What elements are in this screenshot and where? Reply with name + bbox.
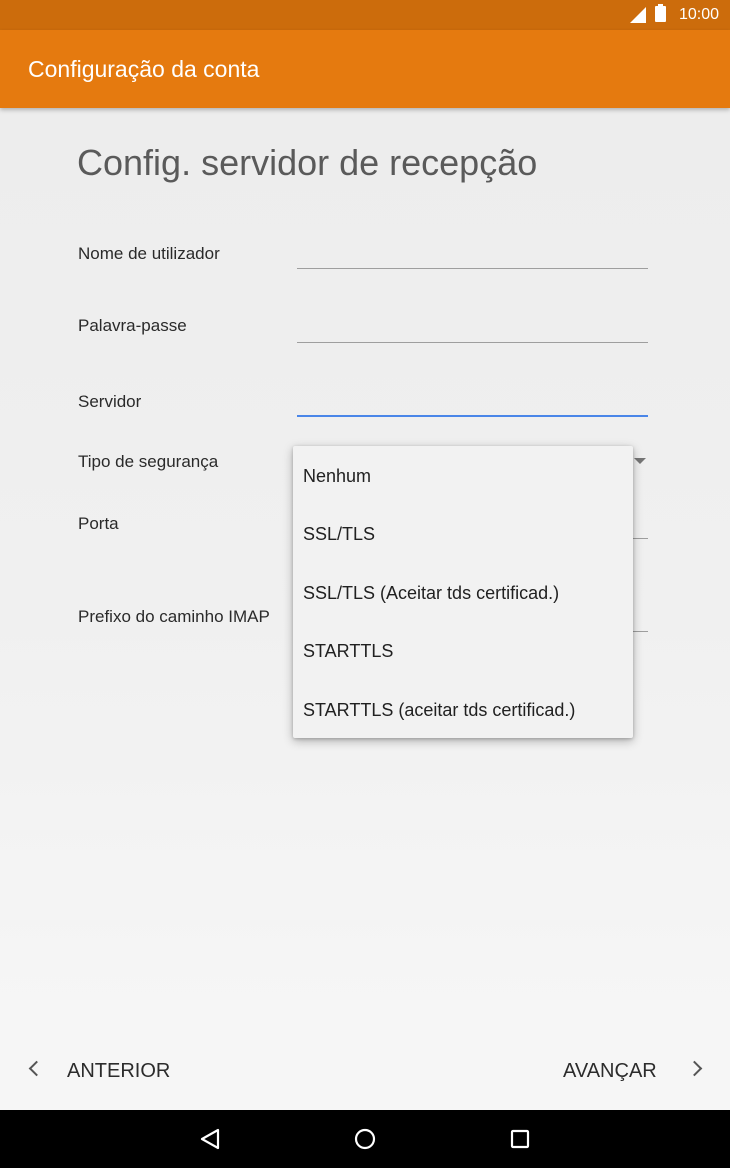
- menu-item-ssl-tls[interactable]: SSL/TLS: [303, 524, 375, 545]
- username-input[interactable]: [297, 268, 648, 269]
- menu-item-starttls-accept-all[interactable]: STARTTLS (aceitar tds certificad.): [303, 700, 575, 721]
- recents-square-icon[interactable]: [509, 1128, 531, 1150]
- back-button[interactable]: ANTERIOR: [67, 1060, 170, 1083]
- menu-item-ssl-tls-accept-all[interactable]: SSL/TLS (Aceitar tds certificad.): [303, 583, 559, 604]
- server-input[interactable]: [297, 415, 648, 417]
- status-bar: 10:00: [0, 0, 730, 30]
- port-label: Porta: [78, 514, 119, 533]
- back-triangle-icon[interactable]: [198, 1127, 222, 1151]
- bottom-navigation-bar: ANTERIOR AVANÇAR: [0, 1032, 730, 1110]
- system-navigation-bar: [0, 1110, 730, 1168]
- dropdown-arrow-icon[interactable]: [634, 458, 646, 464]
- menu-item-starttls[interactable]: STARTTLS: [303, 641, 393, 662]
- status-time: 10:00: [678, 6, 719, 23]
- next-button[interactable]: AVANÇAR: [563, 1060, 657, 1083]
- security-type-dropdown-menu: Nenhum SSL/TLS SSL/TLS (Aceitar tds cert…: [293, 446, 633, 738]
- username-label: Nome de utilizador: [78, 244, 220, 263]
- password-input[interactable]: [297, 342, 648, 343]
- app-bar-title: Configuração da conta: [28, 56, 260, 82]
- menu-item-none[interactable]: Nenhum: [303, 466, 371, 487]
- password-label: Palavra-passe: [78, 316, 187, 335]
- page-title: Config. servidor de recepção: [77, 142, 538, 183]
- chevron-left-icon[interactable]: [28, 1060, 45, 1077]
- signal-icon: [630, 7, 646, 23]
- imap-prefix-label: Prefixo do caminho IMAP: [78, 607, 270, 626]
- server-label: Servidor: [78, 392, 142, 411]
- security-type-label: Tipo de segurança: [78, 452, 219, 471]
- chevron-right-icon[interactable]: [686, 1060, 703, 1077]
- battery-icon: [655, 4, 666, 22]
- app-bar: Configuração da conta: [0, 30, 730, 108]
- home-circle-icon[interactable]: [353, 1127, 377, 1151]
